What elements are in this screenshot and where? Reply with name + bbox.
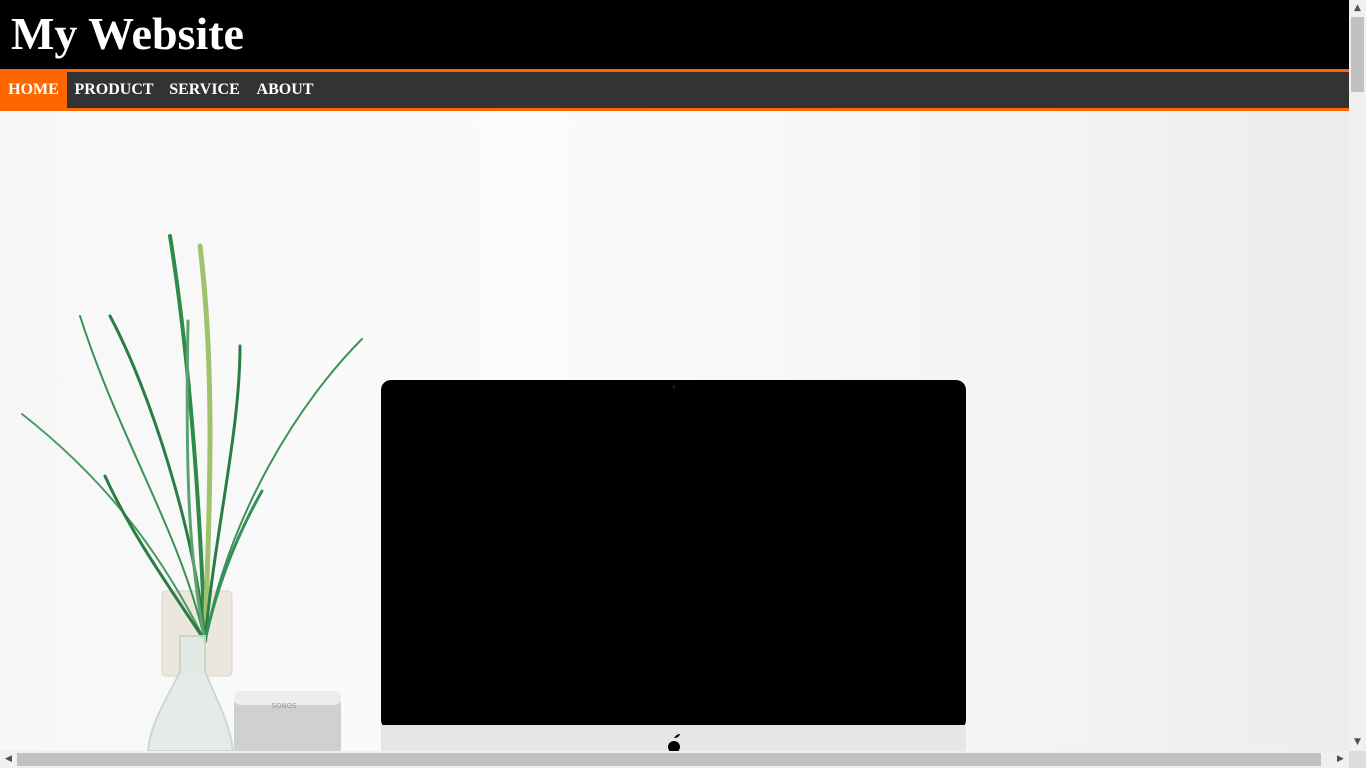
scrollbar-corner [1349,751,1366,768]
scroll-up-icon[interactable]: ▲ [1349,0,1366,17]
scroll-right-icon[interactable]: ▶ [1332,751,1349,768]
horizontal-scrollbar[interactable]: ◀ ▶ [0,751,1349,768]
nav-item-service[interactable]: SERVICE [161,72,248,108]
nav-item-about[interactable]: ABOUT [248,72,322,108]
nav-item-product[interactable]: PRODUCT [67,72,161,108]
monitor-screen [381,380,966,730]
site-header: My Website [0,0,1349,69]
plant-leaves [21,234,363,644]
page-viewport: My Website HOME PRODUCT SERVICE ABOUT SO… [0,0,1349,751]
hero-image: SONOS [0,111,1349,751]
nav-item-home[interactable]: HOME [0,72,67,108]
main-nav: HOME PRODUCT SERVICE ABOUT [0,69,1349,111]
hero-illustration: SONOS [21,234,966,751]
scroll-down-icon[interactable]: ▼ [1349,734,1366,751]
vertical-scroll-thumb[interactable] [1351,17,1364,92]
horizontal-scroll-thumb[interactable] [17,753,1321,766]
speaker-brand: SONOS [271,702,297,710]
vertical-scrollbar[interactable]: ▲ ▼ [1349,0,1366,751]
scroll-left-icon[interactable]: ◀ [0,751,17,768]
site-title: My Website [11,8,244,59]
